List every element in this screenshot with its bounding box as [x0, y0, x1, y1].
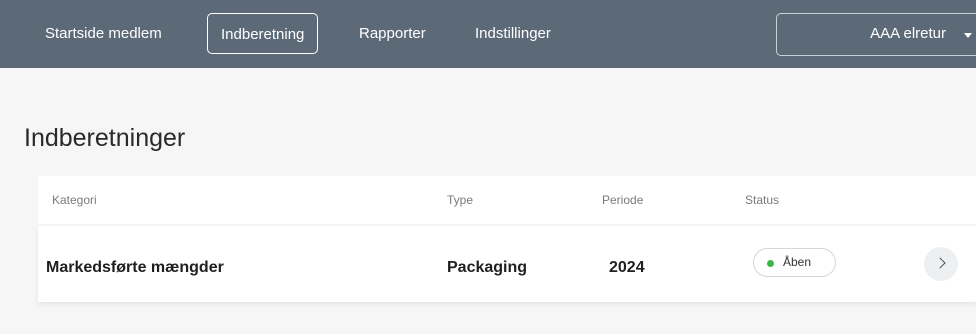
- column-header-type: Type: [447, 193, 474, 207]
- table-row[interactable]: Markedsførte mængder Packaging 2024 Åben: [38, 226, 976, 302]
- status-dot-icon: [767, 260, 774, 267]
- chevron-right-icon: [934, 257, 946, 269]
- nav-item-indstillinger[interactable]: Indstillinger: [475, 13, 551, 54]
- top-navbar: Startside medlem Indberetning Rapporter …: [0, 0, 976, 68]
- account-name: AAA elretur: [870, 25, 946, 42]
- nav-item-rapporter[interactable]: Rapporter: [359, 13, 426, 54]
- cell-type: Packaging: [447, 259, 528, 276]
- account-dropdown[interactable]: AAA elretur: [776, 13, 976, 56]
- column-header-kategori: Kategori: [52, 193, 97, 207]
- cell-kategori: Markedsførte mængder: [46, 259, 224, 276]
- nav-item-startside-medlem[interactable]: Startside medlem: [45, 13, 162, 54]
- table-header: Kategori Type Periode Status: [38, 176, 976, 224]
- cell-periode: 2024: [609, 259, 645, 276]
- column-header-periode: Periode: [602, 193, 644, 207]
- caret-down-icon: [964, 33, 972, 38]
- nav-item-indberetning[interactable]: Indberetning: [207, 13, 319, 54]
- open-row-button[interactable]: [924, 247, 958, 281]
- page-title: Indberetninger: [24, 124, 186, 152]
- status-badge: Åben: [753, 248, 836, 277]
- status-label: Åben: [783, 255, 812, 269]
- column-header-status: Status: [745, 193, 780, 207]
